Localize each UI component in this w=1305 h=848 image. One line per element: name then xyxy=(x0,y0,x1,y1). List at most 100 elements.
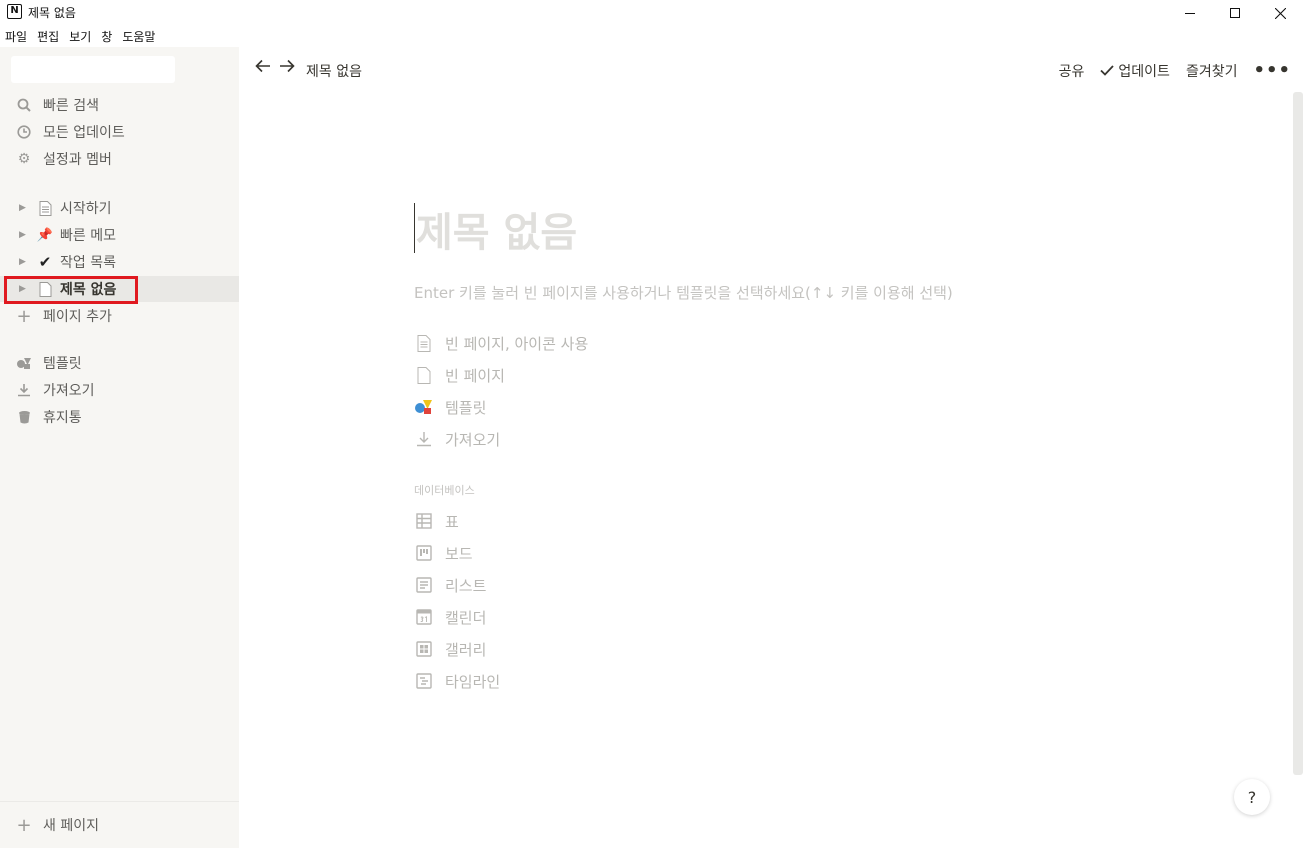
sidebar-item-label: 가져오기 xyxy=(43,383,95,399)
option-label: 가져오기 xyxy=(445,430,501,449)
menu-file[interactable]: 파일 xyxy=(5,28,27,45)
gear-icon: ⚙ xyxy=(17,151,31,167)
sidebar-page-label: 시작하기 xyxy=(60,201,112,217)
sidebar-item-templates[interactable]: 템플릿 xyxy=(0,350,239,376)
board-icon xyxy=(414,543,434,563)
favorite-button[interactable]: 즐겨찾기 xyxy=(1186,61,1238,81)
database-option-calendar[interactable]: 캘린더 xyxy=(414,605,486,629)
option-label: 표 xyxy=(445,512,459,531)
menu-view[interactable]: 보기 xyxy=(69,28,91,45)
page-title-input[interactable]: 제목 없음 xyxy=(416,200,577,258)
window-title: 제목 없음 xyxy=(28,6,76,20)
search-icon xyxy=(16,97,32,113)
option-label: 빈 페이지 xyxy=(445,366,505,385)
option-label: 보드 xyxy=(445,544,473,563)
minimize-icon xyxy=(1185,12,1195,14)
page-with-icon-icon xyxy=(414,333,434,353)
checkmark-icon xyxy=(1100,65,1115,76)
option-templates[interactable]: 템플릿 xyxy=(414,395,486,419)
database-option-board[interactable]: 보드 xyxy=(414,541,473,565)
blank-page-icon xyxy=(414,365,434,385)
sidebar-new-page-button[interactable]: + 새 페이지 xyxy=(0,801,239,848)
option-label: 갤러리 xyxy=(445,640,487,659)
share-button[interactable]: 공유 xyxy=(1059,61,1085,81)
trash-icon xyxy=(16,409,32,425)
sidebar-page-label: 작업 목록 xyxy=(60,255,116,271)
sidebar-item-label: 템플릿 xyxy=(43,356,82,372)
sidebar-item-label: 설정과 멤버 xyxy=(43,152,112,168)
help-button[interactable]: ? xyxy=(1234,779,1270,815)
list-icon xyxy=(414,575,434,595)
calendar-icon xyxy=(414,607,434,627)
sidebar-page-getting-started[interactable]: ▶ 시작하기 xyxy=(0,195,239,221)
checkmark-icon: ✔ xyxy=(38,253,52,271)
menu-help[interactable]: 도움말 xyxy=(122,28,155,45)
sidebar-item-label: 모든 업데이트 xyxy=(43,125,125,141)
expand-triangle-icon[interactable]: ▶ xyxy=(19,257,29,267)
sidebar-page-task-list[interactable]: ▶ ✔ 작업 목록 xyxy=(0,249,239,275)
expand-triangle-icon[interactable]: ▶ xyxy=(19,203,29,213)
more-options-icon[interactable]: ••• xyxy=(1253,60,1291,81)
sidebar-item-settings[interactable]: ⚙ 설정과 멤버 xyxy=(0,146,239,172)
sidebar-item-label: 휴지통 xyxy=(43,410,82,426)
sidebar-item-label: 페이지 추가 xyxy=(43,309,112,325)
notion-logo-icon: N xyxy=(7,4,22,19)
close-icon xyxy=(1274,7,1286,19)
close-button[interactable] xyxy=(1257,0,1303,26)
option-label: 캘린더 xyxy=(445,608,487,627)
database-option-list[interactable]: 리스트 xyxy=(414,573,486,597)
editor-hint: Enter 키를 눌러 빈 페이지를 사용하거나 템플릿을 선택하세요(↑↓ 키… xyxy=(414,284,953,302)
breadcrumb[interactable]: 제목 없음 xyxy=(306,61,362,81)
import-icon xyxy=(414,429,434,449)
sidebar-item-label: 빠른 검색 xyxy=(43,98,99,114)
pin-icon: 📌 xyxy=(36,227,54,243)
table-icon xyxy=(414,511,434,531)
sidebar-item-quick-search[interactable]: 빠른 검색 xyxy=(0,92,239,118)
sidebar-page-label: 빠른 메모 xyxy=(60,228,116,244)
text-caret xyxy=(414,203,415,253)
forward-arrow-icon[interactable] xyxy=(277,58,297,78)
minimize-button[interactable] xyxy=(1167,0,1213,26)
database-option-table[interactable]: 표 xyxy=(414,509,459,533)
template-icon xyxy=(414,397,434,417)
option-label: 빈 페이지, 아이콘 사용 xyxy=(445,334,589,353)
plus-icon: + xyxy=(16,305,32,327)
option-label: 템플릿 xyxy=(445,398,487,417)
menu-bar: 파일 편집 보기 창 도움말 xyxy=(0,26,155,46)
sidebar-item-trash[interactable]: 휴지통 xyxy=(0,404,239,430)
sidebar-page-quick-note[interactable]: ▶ 📌 빠른 메모 xyxy=(0,222,239,248)
sidebar-item-label: 새 페이지 xyxy=(43,818,99,834)
selection-highlight xyxy=(4,276,138,304)
gallery-icon xyxy=(414,639,434,659)
sidebar-item-all-updates[interactable]: 모든 업데이트 xyxy=(0,119,239,145)
option-label: 타임라인 xyxy=(445,672,501,691)
plus-icon: + xyxy=(16,814,32,836)
database-option-gallery[interactable]: 갤러리 xyxy=(414,637,486,661)
top-bar: 제목 없음 공유 업데이트 즐겨찾기 ••• xyxy=(239,47,1305,92)
option-blank-page[interactable]: 빈 페이지 xyxy=(414,363,505,387)
menu-window[interactable]: 창 xyxy=(101,28,112,45)
workspace-switcher[interactable] xyxy=(11,56,175,83)
updates-label: 업데이트 xyxy=(1118,63,1170,80)
back-arrow-icon[interactable] xyxy=(253,58,273,78)
document-icon xyxy=(37,200,53,216)
title-bar: N 제목 없음 xyxy=(0,0,1305,26)
menu-edit[interactable]: 편집 xyxy=(37,28,59,45)
maximize-icon xyxy=(1230,8,1240,18)
maximize-button[interactable] xyxy=(1212,0,1258,26)
clock-icon xyxy=(16,124,32,140)
import-icon xyxy=(16,382,32,398)
option-import[interactable]: 가져오기 xyxy=(414,427,500,451)
sidebar-add-page-button[interactable]: + 페이지 추가 xyxy=(0,303,239,329)
expand-triangle-icon[interactable]: ▶ xyxy=(19,230,29,240)
timeline-icon xyxy=(414,671,434,691)
sidebar: 빠른 검색 모든 업데이트 ⚙ 설정과 멤버 ▶ 시작하기 ▶ 📌 빠른 메모 … xyxy=(0,47,239,848)
sidebar-item-import[interactable]: 가져오기 xyxy=(0,377,239,403)
updates-button[interactable]: 업데이트 xyxy=(1100,61,1170,81)
template-icon xyxy=(16,355,32,371)
option-label: 리스트 xyxy=(445,576,487,595)
vertical-scrollbar[interactable] xyxy=(1293,92,1303,775)
option-blank-page-with-icon[interactable]: 빈 페이지, 아이콘 사용 xyxy=(414,331,588,355)
database-section-label: 데이터베이스 xyxy=(414,484,475,497)
database-option-timeline[interactable]: 타임라인 xyxy=(414,669,500,693)
